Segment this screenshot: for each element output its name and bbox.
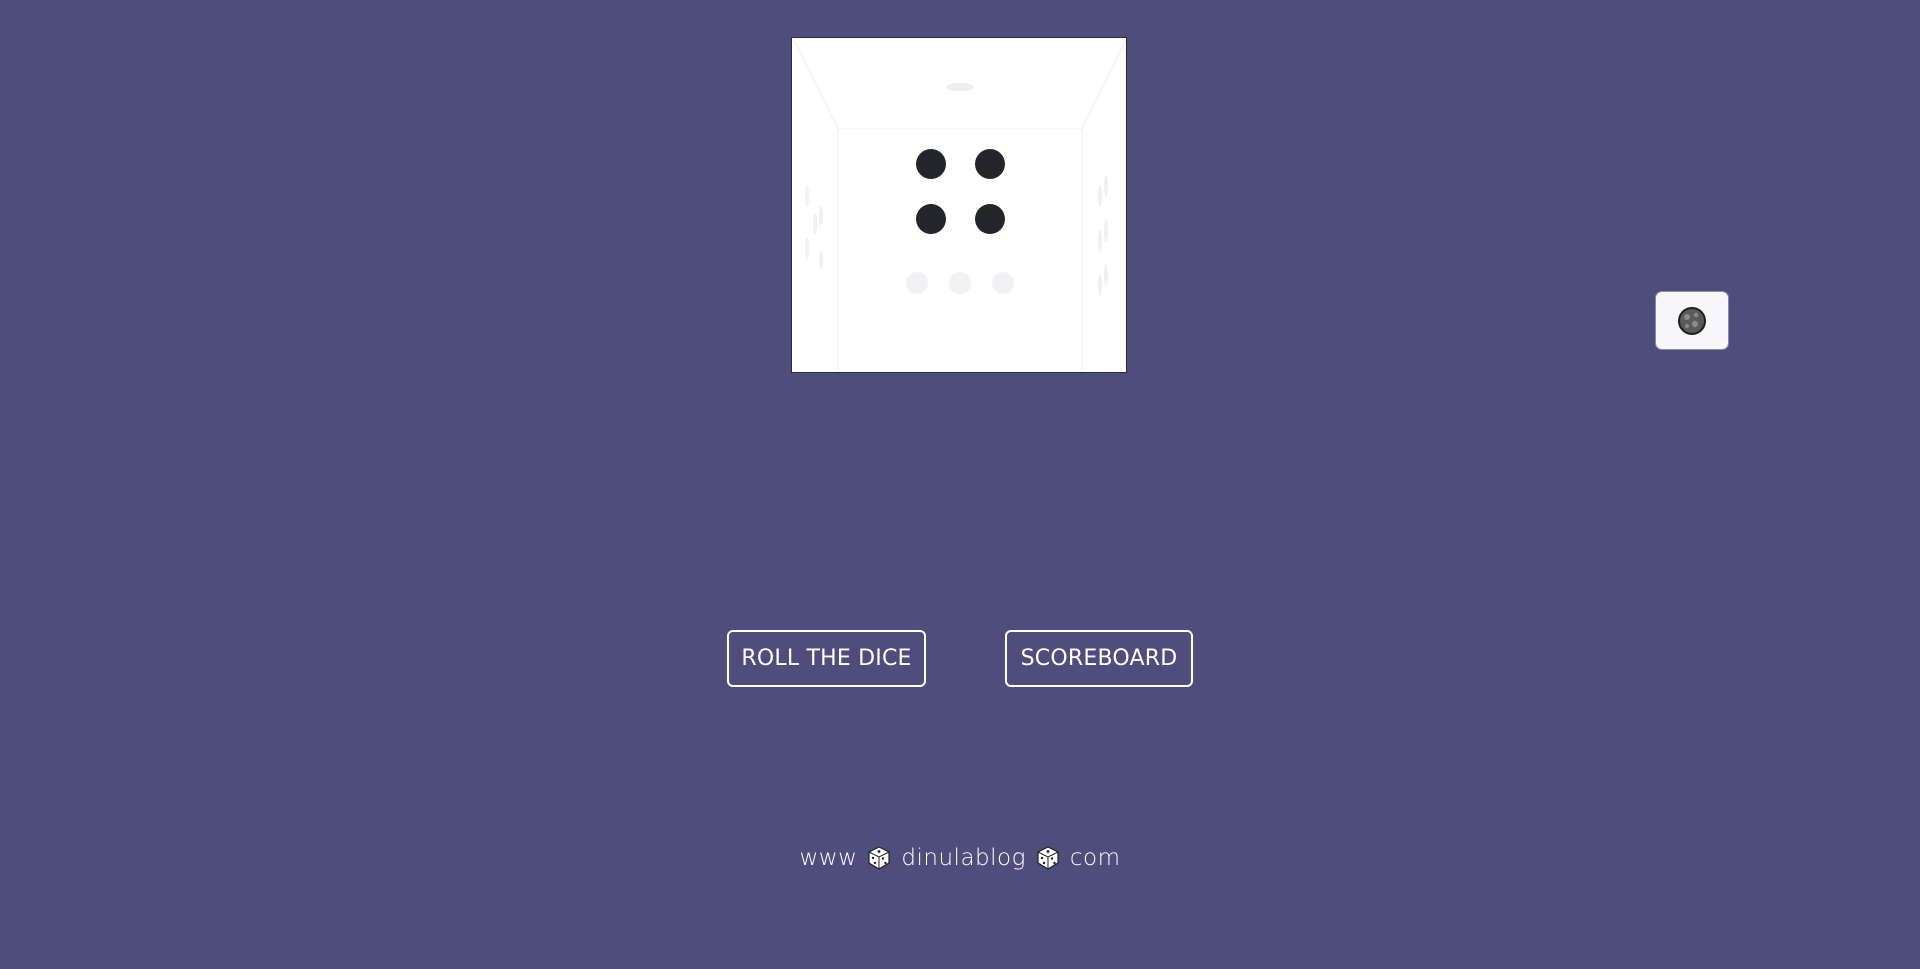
die-edge-top-left bbox=[793, 39, 839, 130]
die-faint-pip bbox=[906, 272, 928, 294]
die-pip bbox=[916, 204, 946, 234]
moon-icon bbox=[1678, 306, 1706, 335]
die-right-pip bbox=[1104, 264, 1108, 286]
die-right-pip bbox=[1098, 230, 1102, 252]
die-left-pip bbox=[805, 185, 809, 207]
roll-dice-button[interactable]: ROLL THE DICE bbox=[727, 630, 926, 687]
theme-toggle-button[interactable] bbox=[1656, 292, 1728, 349]
die-icon bbox=[867, 846, 891, 870]
die-right-pip bbox=[1098, 185, 1102, 207]
die-right-pip bbox=[1104, 220, 1108, 242]
footer-www: www bbox=[799, 845, 858, 871]
die-pip bbox=[975, 149, 1005, 179]
die-right-pip bbox=[1104, 175, 1108, 197]
die-right-pip bbox=[1098, 274, 1102, 296]
die-3d-view bbox=[793, 39, 1126, 372]
die-icon bbox=[1036, 846, 1060, 870]
footer-tld: com bbox=[1069, 845, 1121, 871]
die-edge-top-right bbox=[1081, 39, 1126, 130]
die-pip bbox=[975, 204, 1005, 234]
die-top-pip bbox=[946, 83, 974, 91]
die-left-pip bbox=[805, 238, 809, 260]
die-left-pip bbox=[813, 213, 817, 235]
scoreboard-button[interactable]: SCOREBOARD bbox=[1005, 630, 1193, 687]
die-left-pip bbox=[819, 206, 823, 226]
die-left-pip bbox=[819, 250, 823, 270]
footer-domain: dinulablog bbox=[901, 845, 1026, 871]
dice-display bbox=[791, 37, 1127, 373]
die-pip bbox=[916, 149, 946, 179]
die-faint-pip bbox=[992, 272, 1014, 294]
footer-site-link: www dinulablog com bbox=[0, 838, 1920, 878]
die-faint-pip bbox=[949, 272, 971, 294]
